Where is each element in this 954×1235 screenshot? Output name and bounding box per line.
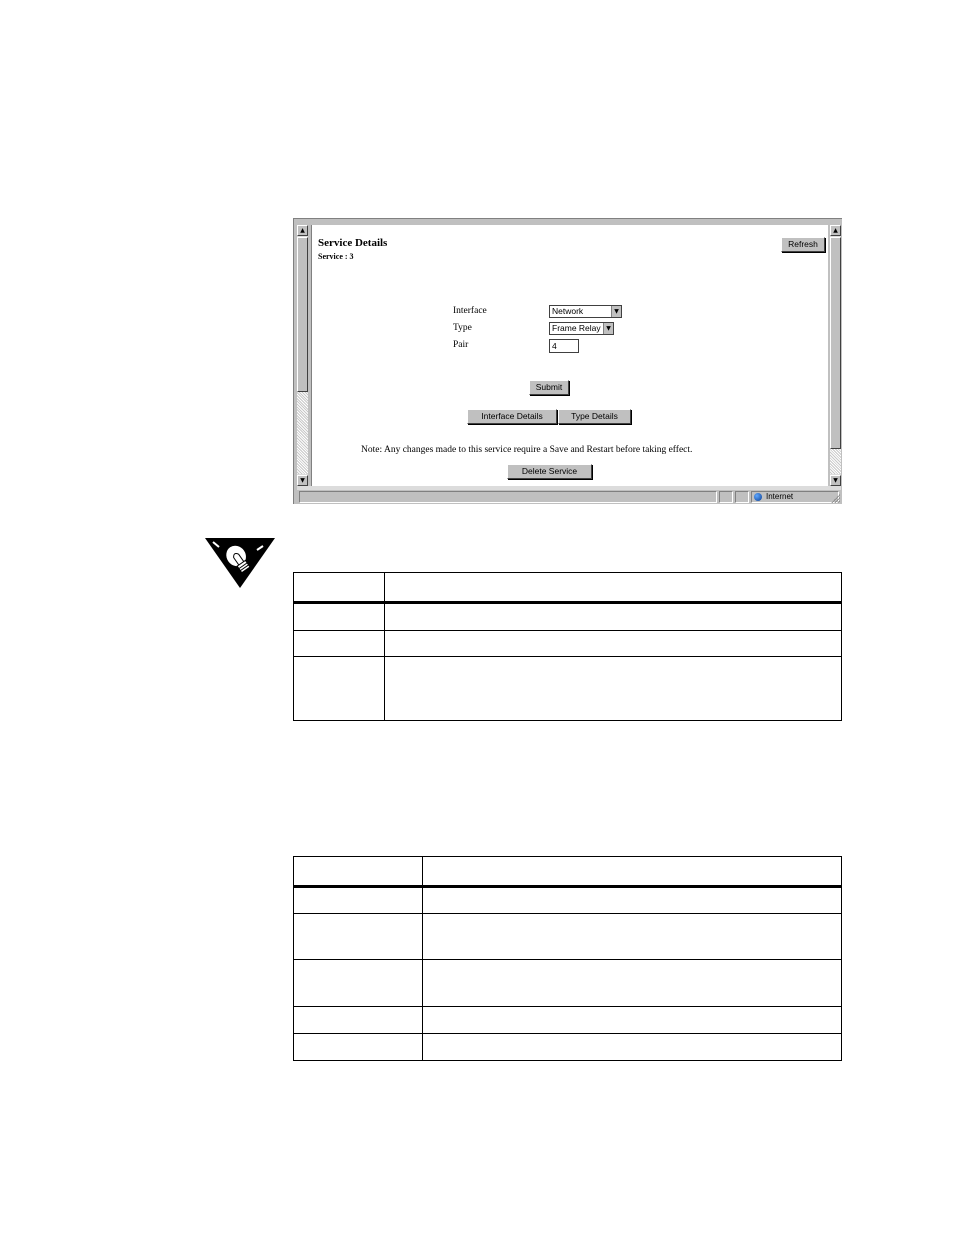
chevron-down-icon[interactable]: ▼: [603, 323, 613, 334]
table-row: [293, 959, 842, 1007]
table-row: [293, 1005, 842, 1034]
left-scrollbar[interactable]: ▲ ▼: [297, 225, 308, 486]
security-zone-pane: Internet: [751, 491, 839, 503]
parameters-table-2: [293, 855, 842, 1062]
table-cell: [293, 1005, 423, 1034]
parameters-table-1: [293, 571, 842, 721]
interface-details-button[interactable]: Interface Details: [467, 409, 557, 424]
refresh-button[interactable]: Refresh: [781, 237, 825, 252]
page-title: Service Details: [318, 237, 388, 249]
scroll-down-arrow-icon[interactable]: ▼: [297, 475, 308, 486]
table-header-row: [293, 571, 842, 605]
table-cell: [384, 602, 842, 631]
scroll-track[interactable]: [830, 449, 841, 474]
table-cell: [293, 886, 423, 915]
interface-select-value: Network: [552, 306, 584, 316]
page-subtitle: Service : 3: [318, 252, 354, 261]
table-row: [293, 886, 842, 915]
status-pane: [719, 491, 733, 503]
scroll-thumb[interactable]: [830, 237, 841, 449]
scroll-up-arrow-icon[interactable]: ▲: [297, 225, 308, 236]
scroll-up-arrow-icon[interactable]: ▲: [830, 225, 841, 236]
right-scrollbar[interactable]: ▲ ▼: [830, 225, 841, 486]
table-cell: [384, 629, 842, 658]
table-cell: [293, 629, 385, 658]
table-row: [293, 913, 842, 961]
status-bar: Internet: [297, 490, 841, 504]
security-zone-label: Internet: [766, 492, 794, 501]
lightbulb-tip-icon: [205, 538, 275, 588]
table-cell: [293, 913, 423, 961]
type-select-value: Frame Relay: [552, 323, 601, 333]
table-header-cell: [422, 855, 842, 889]
table-row: [293, 602, 842, 631]
pair-input[interactable]: 4: [549, 339, 579, 353]
type-select[interactable]: Frame Relay ▼: [549, 322, 614, 335]
scroll-down-arrow-icon[interactable]: ▼: [830, 475, 841, 486]
scroll-thumb[interactable]: [297, 237, 308, 392]
table-header-cell: [293, 571, 385, 605]
table-cell: [293, 1032, 423, 1062]
table-cell: [293, 959, 423, 1007]
resize-grip-icon[interactable]: [830, 493, 840, 503]
type-label: Type: [453, 323, 472, 333]
table-cell: [384, 656, 842, 721]
browser-screenshot: ▲ ▼ Service Details Service : 3 Refresh …: [293, 218, 842, 504]
interface-label: Interface: [453, 306, 487, 316]
status-text-pane: [299, 491, 717, 503]
table-row: [293, 1032, 842, 1062]
table-cell: [422, 1005, 842, 1034]
table-row: [293, 656, 842, 721]
delete-service-button[interactable]: Delete Service: [507, 464, 592, 479]
globe-icon: [754, 493, 762, 501]
web-page: Service Details Service : 3 Refresh Inte…: [311, 225, 828, 486]
table-row: [293, 629, 842, 658]
table-cell: [422, 959, 842, 1007]
table-cell: [293, 602, 385, 631]
interface-select[interactable]: Network ▼: [549, 305, 622, 318]
type-details-button[interactable]: Type Details: [558, 409, 631, 424]
chevron-down-icon[interactable]: ▼: [611, 306, 621, 317]
table-cell: [422, 1032, 842, 1062]
table-header-cell: [293, 855, 423, 889]
note-text: Note: Any changes made to this service r…: [361, 445, 693, 455]
scroll-track[interactable]: [297, 392, 308, 474]
pair-label: Pair: [453, 340, 469, 350]
table-cell: [293, 656, 385, 721]
submit-button[interactable]: Submit: [529, 380, 569, 395]
table-cell: [422, 886, 842, 915]
table-header-cell: [384, 571, 842, 605]
status-pane: [735, 491, 749, 503]
table-header-row: [293, 855, 842, 889]
table-cell: [422, 913, 842, 961]
